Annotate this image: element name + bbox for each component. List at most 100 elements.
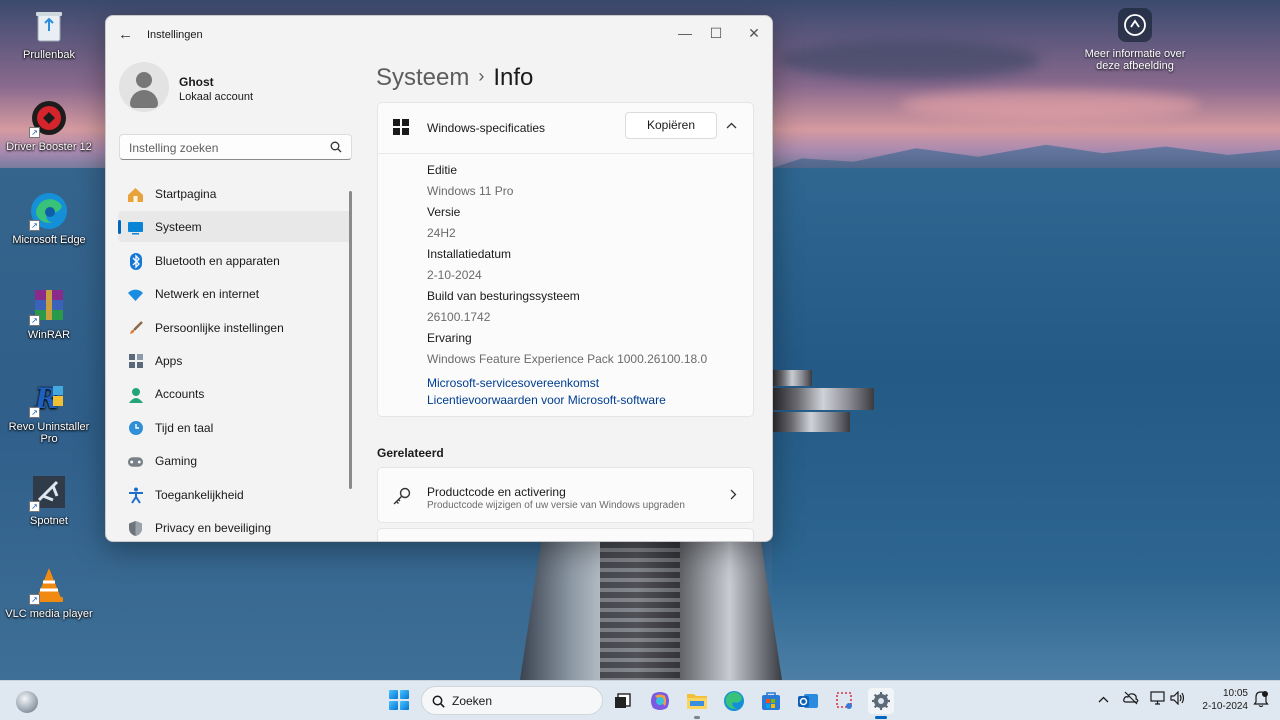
accounts-icon	[127, 386, 144, 403]
onedrive-offline-icon[interactable]	[1123, 691, 1139, 708]
user-profile[interactable]: Ghost Lokaal account	[119, 62, 359, 114]
clock-time: 10:05	[1222, 688, 1248, 699]
spec-row: Ervaring Windows Feature Experience Pack …	[427, 331, 708, 366]
desktop-icon-spotnet[interactable]: ↗ Spotnet	[1, 472, 97, 527]
wallpaper-pier	[772, 412, 850, 432]
desktop-icon-label: Prullenbak	[23, 49, 75, 61]
windows-specs-card: Windows-specificaties Kopiëren Editie Win…	[377, 102, 754, 417]
active-indicator	[875, 716, 887, 719]
sidebar-item-accounts[interactable]: Accounts	[118, 378, 352, 409]
camera-info-icon	[1118, 8, 1152, 42]
running-indicator	[694, 716, 700, 719]
sidebar-item-apps[interactable]: Apps	[118, 345, 352, 376]
windows-specs-title: Windows-specificaties	[427, 121, 546, 135]
microsoft-store-icon[interactable]	[758, 688, 784, 714]
snipping-tool-icon[interactable]	[832, 688, 858, 714]
services-agreement-link[interactable]: Microsoft-servicesovereenkomst	[427, 376, 666, 393]
title-bar[interactable]: ← Instellingen — ☐ ✕	[106, 16, 772, 56]
wallpaper-info-line2: deze afbeelding	[1096, 60, 1174, 72]
settings-taskbar-icon[interactable]	[868, 688, 894, 719]
wallpaper-info-line1: Meer informatie over	[1084, 48, 1186, 60]
desktop-icon-edge[interactable]: ↗ Microsoft Edge	[1, 191, 97, 246]
apps-icon	[127, 353, 144, 370]
related-item-partial[interactable]	[377, 528, 754, 541]
network-icon[interactable]	[1150, 691, 1166, 708]
search-placeholder: Instelling zoeken	[129, 141, 219, 155]
license-terms-link[interactable]: Licentievoorwaarden voor Microsoft-softw…	[427, 393, 666, 410]
wallpaper-info[interactable]: Meer informatie over deze afbeelding	[1080, 8, 1190, 72]
chevron-up-icon[interactable]	[1098, 692, 1109, 706]
system-icon	[127, 219, 144, 236]
breadcrumb-parent[interactable]: Systeem	[376, 64, 469, 91]
sidebar-item-privacy[interactable]: Privacy en beveiliging	[118, 512, 352, 541]
taskbar-search[interactable]: Zoeken	[421, 686, 603, 715]
start-button[interactable]	[389, 690, 409, 710]
desktop-icon-label: Revo Uninstaller Pro	[8, 421, 90, 445]
product-key-title: Productcode en activering	[427, 485, 566, 499]
wallpaper-cloud	[780, 40, 1040, 80]
license-links: Microsoft-servicesovereenkomst Licentiev…	[427, 376, 666, 410]
sidebar-item-gaming[interactable]: Gaming	[118, 445, 352, 476]
shortcut-arrow-icon: ↗	[29, 220, 40, 231]
accessibility-icon	[127, 487, 144, 504]
shortcut-arrow-icon: ↗	[29, 594, 40, 605]
desktop-icon-recycle-bin[interactable]: Prullenbak	[1, 6, 97, 61]
time-language-icon	[127, 420, 144, 437]
copilot-icon[interactable]	[647, 688, 673, 714]
spotnet-icon: ↗	[29, 472, 69, 512]
wallpaper-pier	[772, 370, 812, 386]
profile-name: Ghost	[179, 75, 214, 89]
vlc-icon: ↗	[29, 565, 69, 605]
taskbar: Zoeken 10:05 2-10-2024	[0, 680, 1280, 720]
window-title: Instellingen	[147, 29, 203, 41]
taskbar-clock[interactable]: 10:05 2-10-2024	[1196, 687, 1248, 713]
wallpaper-mountains	[760, 144, 1280, 172]
avatar	[119, 62, 169, 112]
sidebar-item-netwerk[interactable]: Netwerk en internet	[118, 278, 352, 309]
desktop-icon-driver-booster[interactable]: ↗ Driver Booster 12	[1, 98, 97, 153]
clock-date: 2-10-2024	[1202, 701, 1248, 712]
close-button[interactable]: ✕	[735, 21, 772, 45]
search-icon	[330, 141, 342, 153]
weather-widget-icon[interactable]	[16, 691, 38, 713]
outlook-new-icon[interactable]	[795, 688, 821, 714]
gaming-icon	[127, 453, 144, 470]
desktop-icon-vlc[interactable]: ↗ VLC media player	[1, 565, 97, 620]
chevron-up-icon[interactable]	[726, 118, 737, 132]
notification-bell-icon[interactable]	[1253, 690, 1269, 711]
desktop-icon-revo[interactable]: R ↗ Revo Uninstaller Pro	[1, 378, 97, 445]
maximize-button[interactable]: ☐	[697, 21, 735, 45]
shortcut-arrow-icon: ↗	[29, 407, 40, 418]
winrar-icon: ↗	[29, 286, 69, 326]
volume-icon[interactable]	[1170, 690, 1186, 708]
sidebar-scrollbar[interactable]	[349, 191, 352, 489]
desktop-icon-winrar[interactable]: ↗ WinRAR	[1, 286, 97, 341]
spec-row: Build van besturingssysteem 26100.1742	[427, 289, 580, 324]
sidebar-item-tijd-taal[interactable]: Tijd en taal	[118, 412, 352, 443]
key-icon	[393, 487, 411, 505]
desktop-icon-label: Spotnet	[30, 515, 68, 527]
sidebar-item-systeem[interactable]: Systeem	[118, 211, 352, 243]
chevron-right-icon	[730, 487, 737, 503]
desktop-icon-label: Microsoft Edge	[12, 234, 86, 246]
product-key-activation-item[interactable]: Productcode en activering Productcode wi…	[377, 467, 754, 523]
settings-search-input[interactable]: Instelling zoeken	[119, 134, 352, 160]
driver-booster-icon: ↗	[29, 98, 69, 138]
wallpaper-pier-steps	[600, 542, 680, 680]
sidebar-item-startpagina[interactable]: Startpagina	[118, 178, 352, 209]
back-arrow-icon[interactable]: ←	[118, 27, 134, 43]
shortcut-arrow-icon: ↗	[29, 127, 40, 138]
windows-specs-list: Editie Windows 11 Pro Versie 24H2 Installa…	[427, 163, 707, 373]
shield-icon	[127, 520, 144, 537]
copy-button[interactable]: Kopiëren	[625, 112, 717, 139]
sidebar-item-toegankelijkheid[interactable]: Toegankelijkheid	[118, 479, 352, 510]
edge-taskbar-icon[interactable]	[721, 688, 747, 714]
home-icon	[127, 186, 144, 203]
page-title: Systeem › Info	[376, 64, 533, 92]
file-explorer-icon[interactable]	[684, 688, 710, 719]
windows-specs-header[interactable]: Windows-specificaties Kopiëren	[378, 103, 753, 154]
sidebar-item-persoonlijk[interactable]: Persoonlijke instellingen	[118, 312, 352, 343]
spec-row: Versie 24H2	[427, 205, 461, 240]
task-view-icon[interactable]	[610, 688, 636, 714]
sidebar-item-bluetooth[interactable]: Bluetooth en apparaten	[118, 245, 352, 276]
